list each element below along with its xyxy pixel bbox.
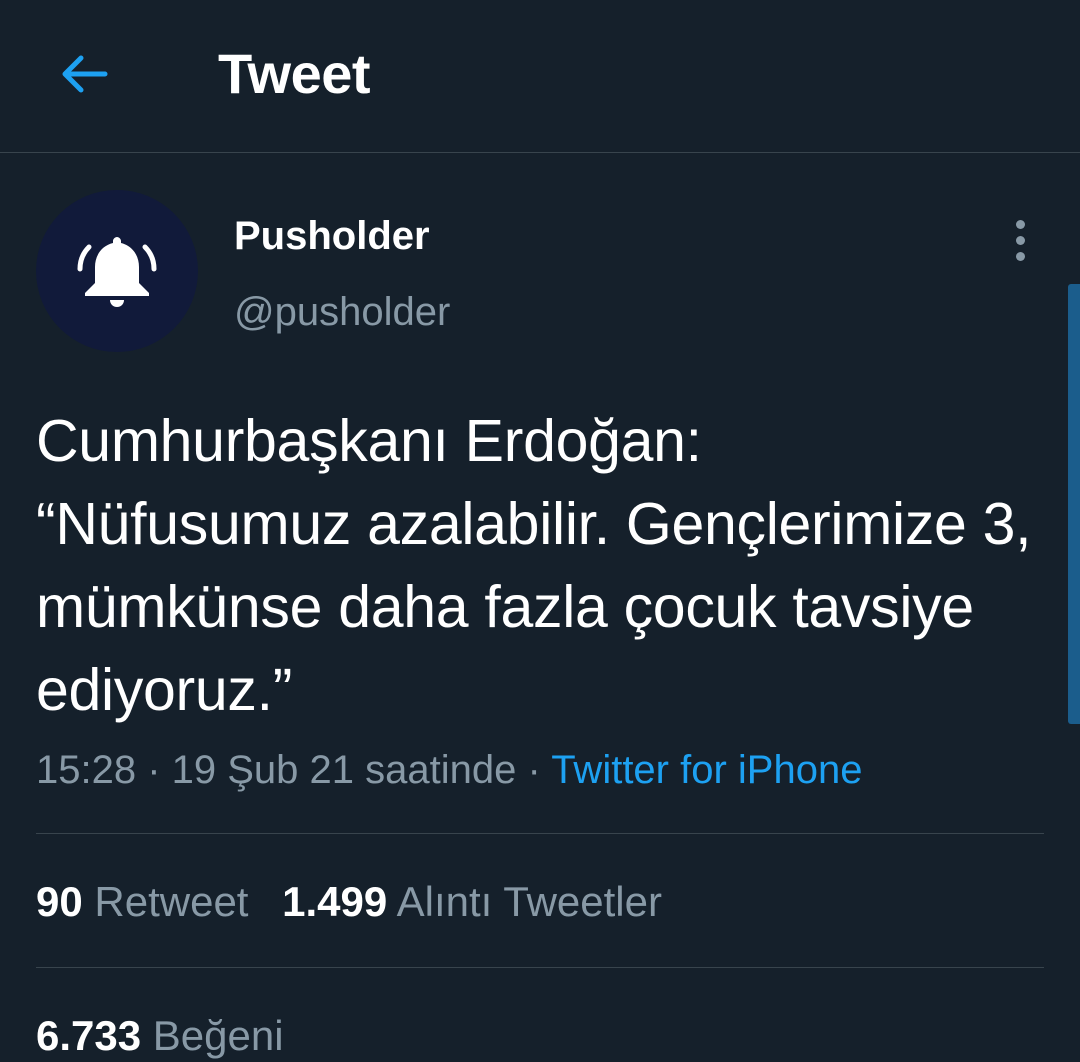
back-button[interactable] <box>56 46 112 102</box>
retweets-label: Retweet <box>94 878 249 925</box>
retweets-stat[interactable]: 90 Retweet <box>36 878 260 925</box>
divider <box>36 967 1044 968</box>
engagement-stats: 90 Retweet 1.499 Alıntı Tweetler <box>36 876 662 928</box>
tweet-source-link[interactable]: Twitter for iPhone <box>551 748 862 792</box>
tweet-meta: 15:28 · 19 Şub 21 saatinde · Twitter for… <box>36 744 862 796</box>
meta-separator: · <box>516 748 552 792</box>
arrow-left-icon <box>62 55 108 93</box>
author-name[interactable]: Pusholder <box>234 212 430 260</box>
likes-stat[interactable]: 6.733 Beğeni <box>36 1012 284 1059</box>
quotes-label: Alıntı Tweetler <box>396 878 662 925</box>
more-dots-icon <box>1015 235 1025 245</box>
divider <box>36 833 1044 834</box>
tweet-timestamp[interactable]: 15:28 · 19 Şub 21 saatinde <box>36 748 516 792</box>
likes-stats: 6.733 Beğeni <box>36 1010 284 1062</box>
retweets-count: 90 <box>36 878 83 925</box>
more-dots-icon <box>1015 219 1025 229</box>
more-options-button[interactable] <box>1000 212 1040 268</box>
more-dots-icon <box>1015 251 1025 261</box>
likes-count: 6.733 <box>36 1012 142 1059</box>
avatar[interactable] <box>36 190 198 352</box>
quotes-stat[interactable]: 1.499 Alıntı Tweetler <box>282 878 662 925</box>
quotes-count: 1.499 <box>282 878 388 925</box>
tweet-text: Cumhurbaşkanı Erdoğan: “Nüfusumuz azalab… <box>36 408 1032 723</box>
scrollbar[interactable] <box>1068 284 1080 724</box>
page-title: Tweet <box>218 42 371 105</box>
bell-ringing-icon <box>77 237 157 307</box>
top-bar: Tweet <box>0 0 1080 153</box>
author-handle[interactable]: @pusholder <box>234 288 450 336</box>
likes-label: Beğeni <box>152 1012 284 1059</box>
